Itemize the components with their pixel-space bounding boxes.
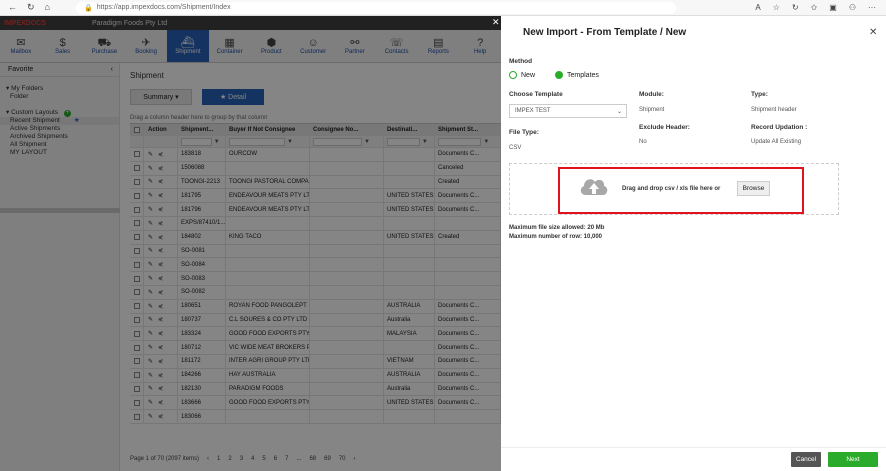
record-updation-value: Update All Existing [751,139,802,145]
browser-nav: ← ↻ ⌂ [0,2,76,13]
exclude-header-value: No [639,139,647,145]
browser-toolbar: ← ↻ ⌂ 🔒 https://app.impexdocs.com/Shipme… [0,0,886,16]
overlay-close-icon[interactable]: ✕ [492,17,500,28]
method-templates-radio[interactable]: Templates [555,71,599,79]
reload-icon[interactable]: ↻ [27,2,35,13]
max-file-size: Maximum file size allowed: 20 Mb [509,225,605,231]
module-label: Module: [639,91,664,98]
url-text: https://app.impexdocs.com/Shipment/Index [96,4,231,11]
method-templates-label: Templates [567,71,599,79]
exclude-header-label: Exclude Header: [639,124,690,131]
method-new-radio[interactable]: New [509,71,535,79]
radio-templates-icon[interactable] [555,71,563,79]
template-select-value: IMPEX TEST [515,108,551,114]
address-bar[interactable]: 🔒 https://app.impexdocs.com/Shipment/Ind… [76,1,676,14]
read-aloud-icon[interactable]: A [755,3,760,12]
record-updation-label: Record Updation : [751,124,808,131]
max-rows: Maximum number of row: 10,000 [509,234,603,240]
drop-instructions: Drag and drop csv / xls file here or [622,186,721,192]
lock-icon: 🔒 [84,4,93,12]
type-label: Type: [751,91,768,98]
cloud-upload-icon [580,179,608,195]
method-new-label: New [521,71,536,79]
radio-new-icon[interactable] [509,71,517,79]
template-select[interactable]: IMPEX TEST ⌄ [509,104,627,118]
favorite-star-icon[interactable]: ☆ [773,3,780,12]
choose-template-label: Choose Template [509,91,563,98]
refresh-icon[interactable]: ↻ [792,3,799,12]
browse-button[interactable]: Browse [737,181,770,196]
import-panel: New Import - From Template / New ✕ Metho… [501,16,886,471]
type-value: Shipment header [751,107,797,113]
panel-title: New Import - From Template / New [523,27,687,38]
cancel-button[interactable]: Cancel [791,452,821,467]
close-icon[interactable]: ✕ [869,27,877,38]
file-type-value: CSV [509,145,522,151]
back-icon[interactable]: ← [8,2,17,13]
file-type-label: File Type: [509,129,539,136]
favorites-icon[interactable]: ✩ [811,3,818,12]
chevron-down-icon: ⌄ [616,108,622,115]
extensions-icon[interactable]: ⚇ [849,3,856,12]
collections-icon[interactable]: ▣ [829,3,837,12]
method-label: Method [509,58,533,65]
module-value: Shipment [639,107,665,113]
more-icon[interactable]: ··· [868,3,876,12]
home-icon[interactable]: ⌂ [45,2,50,13]
modal-overlay[interactable] [0,16,501,471]
browser-tools: A ☆ ↻ ✩ ▣ ⚇ ··· [755,3,886,12]
next-button[interactable]: Next [828,452,878,467]
